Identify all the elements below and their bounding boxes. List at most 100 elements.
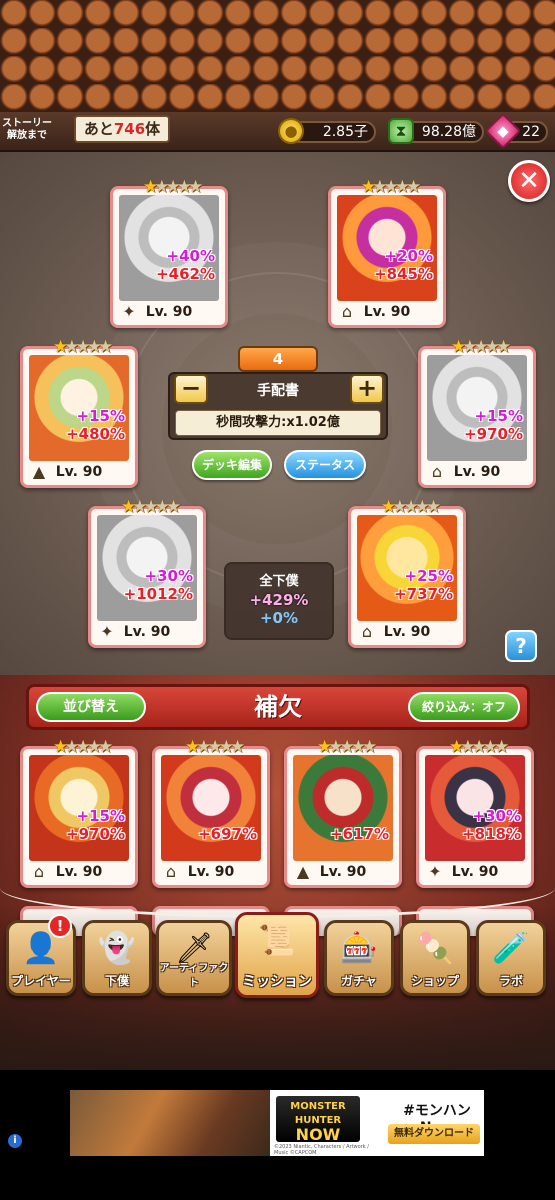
card-level: Lv. 90 (123, 624, 171, 640)
nav-label: プレイヤー (11, 974, 71, 988)
nav-mission-button[interactable]: 📜 ミッション (235, 912, 319, 998)
character-portrait (293, 755, 393, 861)
gacha-icon: 🎰 (340, 931, 378, 966)
character-portrait (161, 755, 261, 861)
rarity-stars: ★★★★★ (449, 737, 509, 757)
nav-label: ミッション (242, 974, 312, 990)
rarity-stars: ★★★★★ (185, 737, 245, 757)
time-resource: ⧗ 98.28億 (388, 116, 484, 146)
nav-label: ガチャ (341, 974, 377, 988)
team-card[interactable]: ★★★★★ +20% +845% ⌂ Lv. 90 (328, 177, 446, 328)
deck-number: 4 (238, 346, 318, 372)
nav-label: アーティファクト (159, 963, 229, 989)
remaining-count: 746 (113, 120, 146, 138)
team-card[interactable]: ★★★★★ +40% +462% ✦ Lv. 90 (110, 177, 228, 328)
card-level: Lv. 90 (363, 304, 411, 320)
ad-logo: MONSTER HUNTER NOW (276, 1096, 360, 1144)
ad-logo-line1: MONSTER HUNTER (290, 1101, 346, 1126)
nav-lab-button[interactable]: 🧪 ラボ (476, 920, 546, 996)
rarity-stars: ★★★★★ (317, 737, 377, 757)
boost-percent-red: +697% (198, 825, 257, 843)
reserve-card[interactable]: ★★★★★ +617% ▲ Lv. 90 (284, 737, 402, 888)
sort-button[interactable]: 並び替え (36, 692, 146, 722)
all-minions-bonus: 全下僕 +429% +0% (224, 562, 334, 640)
reserve-card[interactable]: ★★★★★ +697% ⌂ Lv. 90 (152, 737, 270, 888)
boost-percent-red: +818% (462, 825, 521, 843)
nav-label: ショップ (410, 974, 459, 988)
ad-copyright: ©2023 Niantic, Characters / Artwork / Mu… (274, 1144, 369, 1156)
shop-icon: 🍡 (416, 931, 454, 966)
boost-percent-red: +480% (66, 425, 125, 443)
story-label-line2: 解放まで (7, 130, 47, 141)
close-button[interactable]: ✕ (508, 160, 550, 202)
rarity-stars: ★★★★★ (381, 497, 441, 517)
remaining-suffix: 体 (145, 120, 161, 138)
card-level: Lv. 90 (453, 464, 501, 480)
hourglass-icon: ⧗ (388, 118, 414, 144)
reserve-title: 補欠 (254, 693, 302, 721)
deck-name: 手配書 (257, 383, 299, 399)
boost-percent-pink: +15% (76, 407, 125, 425)
boost-percent-pink: +30% (472, 807, 521, 825)
card-level: Lv. 90 (55, 464, 103, 480)
nav-label: ラボ (498, 974, 523, 988)
lab-icon: 🧪 (492, 931, 530, 966)
remaining-counter: あと746体 (74, 115, 170, 143)
all-minions-bonus-1: +429% (249, 591, 309, 609)
boost-percent-pink: +40% (166, 247, 215, 265)
boost-percent-red: +845% (374, 265, 433, 283)
prev-deck-button[interactable]: − (174, 374, 208, 404)
attack-per-second: 秒間攻撃力:x1.02億 (175, 410, 381, 436)
gem-resource: ◆ 22 (484, 112, 548, 150)
filter-button[interactable]: 絞り込み：オフ (408, 692, 520, 722)
all-minions-title: 全下僕 (259, 574, 299, 589)
boost-percent-pink: +15% (474, 407, 523, 425)
rarity-stars: ★★★★★ (53, 337, 113, 357)
ad-cta-button[interactable]: 無料ダウンロード (388, 1124, 480, 1144)
boost-percent-pink: +25% (404, 567, 453, 585)
status-button[interactable]: ステータス (284, 450, 366, 480)
boost-percent-pink: +20% (384, 247, 433, 265)
story-label-line1: ストーリー (2, 118, 52, 129)
ad-info-icon[interactable]: i (8, 1134, 22, 1148)
boost-percent-red: +970% (66, 825, 125, 843)
sprite-banner (0, 0, 555, 112)
minion-icon: 👻 (98, 931, 136, 966)
gem-icon: ◆ (484, 112, 522, 150)
all-minions-bonus-2: +0% (259, 609, 299, 627)
reserve-card[interactable]: ★★★★★ +15% +970% ⌂ Lv. 90 (20, 737, 138, 888)
ad-image (70, 1090, 270, 1156)
remaining-prefix: あと (83, 120, 114, 138)
team-card[interactable]: ★★★★★ +15% +480% ▲ Lv. 90 (20, 337, 138, 488)
nav-label: 下僕 (104, 974, 129, 988)
nav-artifact-button[interactable]: 🗡 アーティファクト (156, 920, 232, 996)
rarity-stars: ★★★★★ (53, 737, 113, 757)
team-card[interactable]: ★★★★★ +30% +1012% ✦ Lv. 90 (88, 497, 206, 648)
help-button[interactable]: ? (505, 630, 537, 662)
nav-gacha-button[interactable]: 🎰 ガチャ (324, 920, 394, 996)
rarity-stars: ★★★★★ (121, 497, 181, 517)
boost-percent-red: +737% (394, 585, 453, 603)
boost-percent-red: +462% (156, 265, 215, 283)
ad-banner[interactable]: MONSTER HUNTER NOW ©2023 Niantic, Charac… (70, 1090, 484, 1156)
mission-icon: 📜 (258, 923, 296, 958)
coin-resource: ● 2.85子 (278, 116, 376, 146)
coin-icon: ● (278, 118, 304, 144)
next-deck-button[interactable]: + (350, 374, 384, 404)
story-unlock-label: ストーリー 解放まで (2, 118, 52, 148)
nav-shop-button[interactable]: 🍡 ショップ (400, 920, 470, 996)
deck-edit-button[interactable]: デッキ編集 (192, 450, 272, 480)
card-level: Lv. 90 (145, 304, 193, 320)
boost-percent-red: +1012% (123, 585, 193, 603)
nav-minion-button[interactable]: 👻 下僕 (82, 920, 152, 996)
rarity-stars: ★★★★★ (143, 177, 203, 197)
boost-percent-pink: +15% (76, 807, 125, 825)
alert-badge: ! (48, 914, 72, 938)
boost-percent-red: +617% (330, 825, 389, 843)
team-card[interactable]: ★★★★★ +25% +737% ⌂ Lv. 90 (348, 497, 466, 648)
rarity-stars: ★★★★★ (451, 337, 511, 357)
boost-percent-red: +970% (464, 425, 523, 443)
ad-logo-line2: NOW (295, 1125, 341, 1144)
reserve-card[interactable]: ★★★★★ +30% +818% ✦ Lv. 90 (416, 737, 534, 888)
team-card[interactable]: ★★★★★ +15% +970% ⌂ Lv. 90 (418, 337, 536, 488)
